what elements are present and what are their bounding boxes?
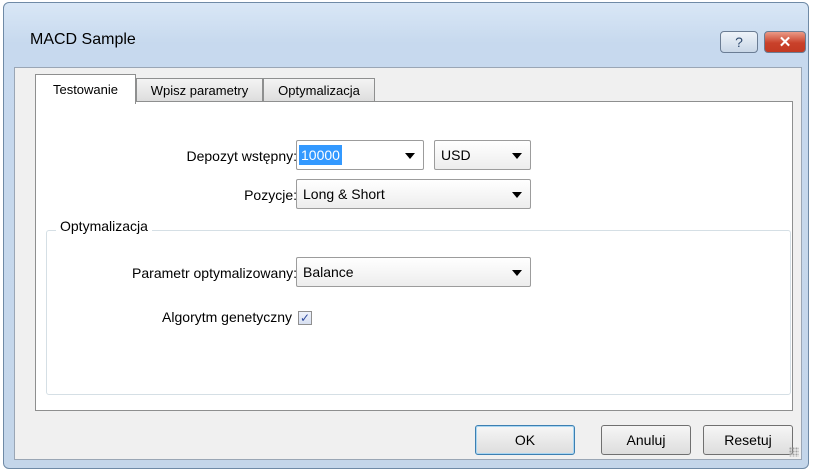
optimization-group-title: Optymalizacja xyxy=(56,218,152,234)
tab-page-testowanie: Depozyt wstępny: 10000 USD Pozycje: Long… xyxy=(35,101,793,411)
currency-value: USD xyxy=(441,147,471,163)
cancel-button[interactable]: Anuluj xyxy=(601,425,691,455)
question-icon: ? xyxy=(735,34,743,50)
currency-select[interactable]: USD xyxy=(434,140,531,170)
reset-button[interactable]: Resetuj xyxy=(703,425,793,455)
tab-optymalizacja[interactable]: Optymalizacja xyxy=(263,78,375,102)
tab-label: Optymalizacja xyxy=(278,83,360,98)
chevron-down-icon[interactable] xyxy=(512,192,522,198)
positions-select[interactable]: Long & Short xyxy=(296,179,531,209)
help-button[interactable]: ? xyxy=(720,31,758,53)
tab-wpisz-parametry[interactable]: Wpisz parametry xyxy=(136,78,263,102)
chevron-down-icon[interactable] xyxy=(512,153,522,159)
window-title: MACD Sample xyxy=(30,31,136,48)
positions-value: Long & Short xyxy=(303,186,385,202)
optimization-param-select[interactable]: Balance xyxy=(296,257,531,287)
title-bar[interactable]: MACD Sample ? ✕ xyxy=(4,3,808,59)
close-icon: ✕ xyxy=(778,34,792,51)
optimization-group xyxy=(46,230,791,395)
genetic-label: Algorytm genetyczny xyxy=(162,309,292,325)
deposit-combo[interactable]: 10000 xyxy=(296,140,424,170)
checkmark-icon: ✓ xyxy=(299,311,311,325)
cancel-button-label: Anuluj xyxy=(626,432,666,448)
deposit-value[interactable]: 10000 xyxy=(299,145,342,165)
positions-label: Pozycje: xyxy=(244,187,297,203)
resize-grip-icon[interactable] xyxy=(789,447,799,457)
tab-testowanie[interactable]: Testowanie xyxy=(35,74,136,104)
genetic-checkbox[interactable]: ✓ xyxy=(298,311,312,325)
ok-button-label: OK xyxy=(514,432,536,448)
dialog-client-area: Testowanie Wpisz parametry Optymalizacja… xyxy=(14,67,802,460)
optimization-param-value: Balance xyxy=(303,264,354,280)
deposit-label: Depozyt wstępny: xyxy=(186,148,298,164)
optimization-param-label: Parametr optymalizowany: xyxy=(132,265,297,281)
ok-button[interactable]: OK xyxy=(475,425,575,455)
chevron-down-icon[interactable] xyxy=(405,153,415,159)
reset-button-label: Resetuj xyxy=(724,432,772,448)
close-button[interactable]: ✕ xyxy=(764,31,806,53)
tab-label: Wpisz parametry xyxy=(150,83,249,98)
tab-label: Testowanie xyxy=(52,82,119,97)
chevron-down-icon[interactable] xyxy=(512,270,522,276)
dialog-window: MACD Sample ? ✕ Testowanie Wpisz paramet… xyxy=(3,2,809,469)
